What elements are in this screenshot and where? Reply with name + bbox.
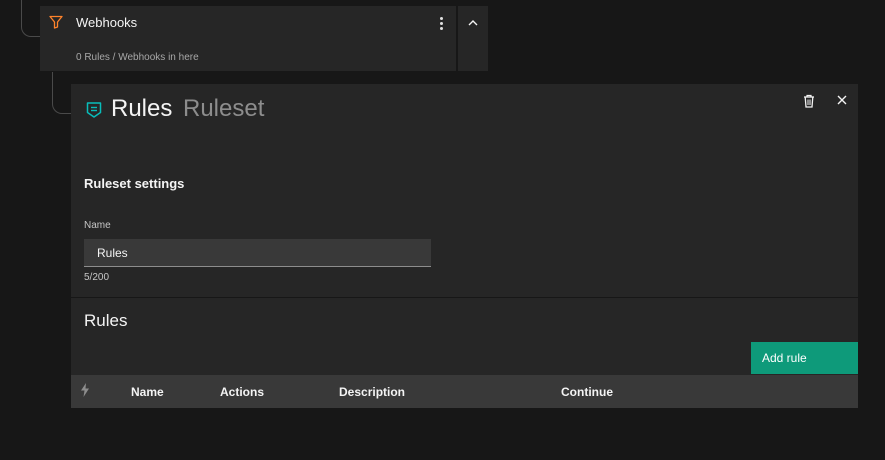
name-input[interactable] — [84, 239, 431, 267]
delete-button[interactable] — [801, 93, 817, 109]
ruleset-icon — [85, 101, 103, 124]
column-header-name[interactable]: Name — [131, 385, 164, 399]
trash-icon — [804, 94, 814, 108]
rules-table-header: Name Actions Description Continue — [71, 375, 858, 408]
tree-connector-top — [21, 0, 41, 37]
node-title: Webhooks — [76, 15, 138, 30]
node-subtitle: 0 Rules / Webhooks in here — [76, 52, 199, 63]
column-header-continue[interactable]: Continue — [561, 385, 613, 399]
char-counter: 5/200 — [84, 272, 110, 283]
panel-title: Rules — [111, 95, 173, 122]
filter-icon — [48, 14, 64, 30]
tree-connector-ruleset — [52, 72, 72, 114]
column-header-description[interactable]: Description — [339, 385, 405, 399]
collapse-button[interactable] — [458, 6, 488, 71]
panel-type-label: Ruleset — [183, 95, 265, 122]
close-icon — [837, 95, 847, 105]
bolt-icon — [80, 383, 90, 402]
section-divider — [71, 297, 858, 298]
name-field-label: Name — [84, 220, 111, 231]
rules-heading: Rules — [84, 311, 128, 330]
ruleset-settings-heading: Ruleset settings — [84, 176, 185, 191]
close-button[interactable] — [835, 93, 849, 107]
chevron-up-icon — [468, 20, 478, 26]
webhooks-node[interactable]: Webhooks 0 Rules / Webhooks in here — [40, 6, 456, 71]
column-header-actions[interactable]: Actions — [220, 385, 264, 399]
ruleset-panel: Rules Ruleset Ruleset settings Name 5/20… — [71, 84, 858, 408]
add-rule-button[interactable]: Add rule — [751, 342, 858, 374]
overflow-menu-icon[interactable] — [434, 14, 448, 32]
